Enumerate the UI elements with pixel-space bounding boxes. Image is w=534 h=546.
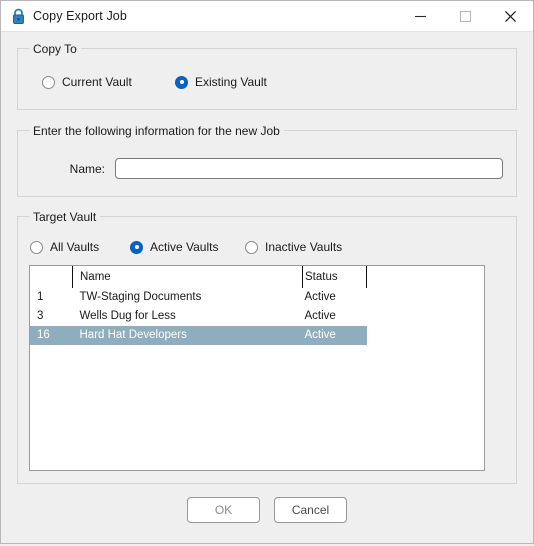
cell-id: 3 [37, 310, 44, 322]
column-header-filler [366, 266, 484, 288]
dialog-footer: OK Cancel [1, 484, 533, 546]
copy-to-legend: Copy To [29, 42, 81, 56]
radio-mark-icon [42, 75, 55, 89]
cell-id: 16 [30, 326, 73, 345]
cancel-button[interactable]: Cancel [274, 497, 347, 523]
cell-status: Active [304, 310, 336, 322]
cell-id: 1 [37, 291, 44, 303]
cell-filler [366, 326, 484, 345]
minimize-icon[interactable] [398, 1, 443, 32]
window-title: Copy Export Job [33, 9, 127, 23]
radio-all-vaults-control[interactable]: All Vaults [30, 240, 99, 254]
cell-status: Active [302, 326, 367, 345]
radio-mark-selected-icon [175, 75, 188, 89]
radio-mark-icon [30, 240, 43, 254]
radio-existing-vault-label: Existing Vault [195, 75, 267, 89]
target-vault-group: Target Vault All Vaults Active Vaults In… [17, 210, 517, 484]
radio-inactive-vaults[interactable]: Inactive Vaults [245, 240, 342, 254]
lock-icon [1, 8, 31, 25]
title-bar: Copy Export Job [1, 1, 533, 32]
column-header-name[interactable]: Name [72, 266, 303, 288]
radio-all-vaults-label: All Vaults [50, 240, 100, 254]
ok-button[interactable]: OK [187, 497, 260, 523]
dialog-content: Copy To Current Vault Existing Vault Ent… [1, 32, 533, 484]
vault-table-body: 1 TW-Staging Documents Active 3 Wells Du… [30, 288, 484, 345]
maximize-icon[interactable] [443, 1, 488, 32]
radio-inactive-vaults-label: Inactive Vaults [265, 240, 343, 254]
target-vault-legend: Target Vault [29, 210, 101, 224]
radio-active-vaults[interactable]: Active Vaults [130, 240, 218, 254]
vault-list[interactable]: Name Status 1 TW-Staging Documents Activ… [29, 265, 485, 471]
vault-table-header: Name Status [30, 266, 484, 288]
copy-export-job-dialog: Copy Export Job Copy To Current Vault Ex… [0, 0, 534, 544]
cell-filler [367, 288, 485, 307]
radio-current-vault-control[interactable]: Current Vault [42, 75, 132, 89]
cell-status: Active [304, 291, 336, 303]
cell-name: Hard Hat Developers [72, 326, 303, 345]
new-job-legend: Enter the following information for the … [29, 124, 284, 138]
table-row[interactable]: 1 TW-Staging Documents Active [30, 288, 484, 307]
table-row[interactable]: 16 Hard Hat Developers Active [30, 326, 484, 345]
cell-filler [367, 307, 485, 326]
cell-name: Wells Dug for Less [79, 310, 176, 322]
table-row[interactable]: 3 Wells Dug for Less Active [30, 307, 484, 326]
radio-existing-vault[interactable]: Existing Vault [175, 75, 267, 89]
table-header-row: Name Status [30, 266, 484, 288]
radio-existing-vault-control[interactable]: Existing Vault [175, 75, 267, 89]
radio-mark-selected-icon [130, 240, 143, 254]
vault-table: Name Status 1 TW-Staging Documents Activ… [30, 266, 484, 345]
radio-inactive-vaults-control[interactable]: Inactive Vaults [245, 240, 342, 254]
window-controls [398, 1, 533, 32]
copy-to-group: Copy To Current Vault Existing Vault [17, 42, 517, 110]
radio-active-vaults-label: Active Vaults [150, 240, 219, 254]
radio-active-vaults-control[interactable]: Active Vaults [130, 240, 218, 254]
name-row: Name: [18, 158, 516, 179]
new-job-group: Enter the following information for the … [17, 124, 517, 197]
radio-all-vaults[interactable]: All Vaults [30, 240, 99, 254]
radio-current-vault[interactable]: Current Vault [42, 75, 132, 89]
radio-mark-icon [245, 240, 258, 254]
close-icon[interactable] [488, 1, 533, 32]
column-header-status[interactable]: Status [302, 266, 367, 288]
cell-name: TW-Staging Documents [79, 291, 202, 303]
name-input[interactable] [115, 158, 503, 179]
radio-current-vault-label: Current Vault [62, 75, 132, 89]
name-label: Name: [69, 161, 105, 176]
column-header-id[interactable] [30, 266, 73, 288]
